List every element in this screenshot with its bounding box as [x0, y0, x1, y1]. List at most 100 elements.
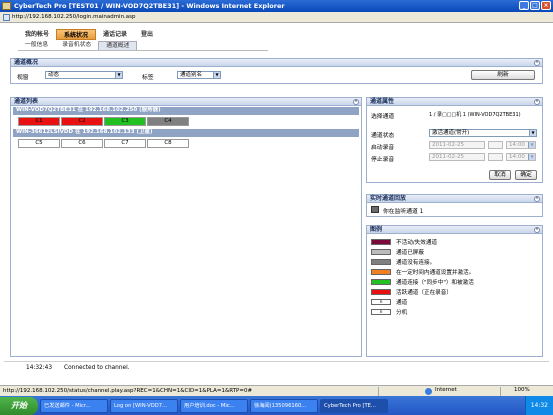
- legend-text: 活跃通道（正在录音）: [396, 290, 452, 296]
- page-status-line: 14:32:43 Connected to channel.: [4, 361, 549, 373]
- channel-cell[interactable]: C4: [147, 117, 189, 126]
- tag-select[interactable]: 通道别名 ▼: [177, 71, 221, 79]
- select-channel-value: 1 / 录□□□机 1 (WIN-VOD7Q2TBE31): [429, 112, 521, 118]
- legend-swatch: [371, 279, 391, 285]
- legend-swatch: [371, 239, 391, 245]
- window-title: CyberTech Pro [TEST01 / WIN-VOD7Q2TBE31]…: [14, 2, 285, 10]
- legend-swatch: [371, 269, 391, 275]
- subtab-channel-overview[interactable]: 通道概述: [98, 41, 138, 50]
- view-select[interactable]: 动态 ▼: [45, 71, 123, 79]
- sub-nav: 一般信息 录音机状态 通道概述: [18, 41, 268, 51]
- status-divider: [500, 387, 501, 396]
- speaker-icon[interactable]: [371, 206, 379, 213]
- channel-cell[interactable]: C5: [18, 139, 60, 148]
- collapse-icon[interactable]: «: [534, 226, 540, 233]
- server-group-row[interactable]: WIN-VOD7Q2TBE31 在 192.168.102.250 (服务器): [13, 107, 359, 115]
- channel-cell[interactable]: C1: [18, 117, 60, 126]
- minimize-button[interactable]: _: [519, 1, 529, 10]
- group-label: WIN-36612LSIVDD 在 192.168.102.133 (卫星): [16, 129, 153, 135]
- taskbar-item[interactable]: Log on [WIN-VOD7...: [110, 398, 178, 413]
- properties-title: 通道属性: [370, 98, 395, 105]
- globe-icon: [425, 388, 432, 395]
- legend-item: 通道连接（"同步中"）和被激活: [371, 278, 474, 286]
- page-content: 我的帐号 系统状况 通话记录 登出 一般信息 录音机状态 通道概述 通道概况 «…: [4, 24, 549, 374]
- tab-call-records[interactable]: 通话记录: [96, 29, 134, 40]
- legend-swatch: [371, 259, 391, 265]
- taskbar-item[interactable]: 已发送邮件 - Micr...: [40, 398, 108, 413]
- chevron-down-icon: ▼: [213, 72, 220, 78]
- start-time-value: 14:00: [509, 142, 525, 148]
- chevron-down-icon: ▼: [529, 130, 536, 136]
- maximize-button[interactable]: □: [530, 1, 540, 10]
- refresh-button[interactable]: 刷新: [471, 70, 535, 80]
- stop-time-value: 14:00: [509, 154, 525, 160]
- window-titlebar: CyberTech Pro [TEST01 / WIN-VOD7Q2TBE31]…: [0, 0, 553, 12]
- legend-header: 图例 «: [366, 225, 543, 234]
- status-divider: [378, 387, 379, 396]
- start-time-select[interactable]: 14:00 ▼: [506, 141, 536, 149]
- realtime-text: 你在监听通道 1: [383, 209, 424, 215]
- realtime-title: 实时通道回放: [370, 195, 407, 202]
- channel-cell[interactable]: C7: [104, 139, 146, 148]
- legend-text: 通道: [396, 300, 408, 306]
- satellite-group-row[interactable]: WIN-36612LSIVDD 在 192.168.102.133 (卫星): [13, 129, 359, 137]
- tag-select-value: 通道别名: [180, 72, 203, 78]
- tab-logout[interactable]: 登出: [134, 29, 160, 40]
- view-label: 视窗: [17, 75, 29, 81]
- collapse-icon[interactable]: «: [534, 195, 540, 202]
- subtab-general[interactable]: 一般信息: [18, 41, 55, 50]
- address-text[interactable]: http://192.168.102.250/login.mainadmin.a…: [12, 14, 136, 20]
- system-tray: 14:32: [524, 396, 553, 415]
- status-time: 14:32:43: [26, 364, 53, 371]
- taskbar-item[interactable]: CyberTech Pro [TE...: [320, 398, 388, 413]
- status-message: Connected to channel.: [64, 364, 130, 371]
- taskbar: 开始 已发送邮件 - Micr... Log on [WIN-VOD7... 用…: [0, 396, 553, 415]
- taskbar-item[interactable]: 用户培训.doc - Mic...: [180, 398, 248, 413]
- collapse-icon[interactable]: «: [534, 59, 540, 66]
- overview-title: 通道概况: [14, 59, 39, 66]
- stop-spinner[interactable]: [488, 153, 503, 161]
- close-button[interactable]: ×: [541, 1, 551, 10]
- legend-swatch: n: [371, 299, 391, 305]
- channel-cell[interactable]: C2: [61, 117, 103, 126]
- tab-my-account[interactable]: 我的帐号: [18, 29, 56, 40]
- legend-text: 通道已屏蔽: [396, 250, 424, 256]
- address-bar[interactable]: http://192.168.102.250/login.mainadmin.a…: [0, 12, 553, 23]
- legend-item: 通道已屏蔽: [371, 248, 424, 256]
- legend-item: n 分机: [371, 308, 407, 316]
- realtime-body: 你在监听通道 1: [366, 203, 543, 217]
- channel-state-value: 激活通道(常开): [432, 130, 470, 136]
- ie-icon: [2, 2, 11, 10]
- legend-item: n 通道: [371, 298, 407, 306]
- zoom-text[interactable]: 100%: [514, 387, 530, 393]
- start-button[interactable]: 开始: [0, 396, 38, 415]
- channel-cell[interactable]: C3: [104, 117, 146, 126]
- legend-title: 图例: [370, 226, 383, 233]
- legend-text: 在一定时间内通道设置并激活。: [396, 270, 475, 276]
- ok-button[interactable]: 确定: [515, 170, 537, 180]
- start-date-input[interactable]: 2011-02-25: [429, 141, 485, 149]
- legend-text: 不活动/失效通道: [396, 240, 438, 246]
- start-spinner[interactable]: [488, 141, 503, 149]
- stop-time-select[interactable]: 14:00 ▼: [506, 153, 536, 161]
- chevron-down-icon: ▼: [528, 154, 535, 160]
- legend-item: 在一定时间内通道设置并激活。: [371, 268, 474, 276]
- main-nav: 我的帐号 系统状况 通话记录 登出: [18, 29, 160, 40]
- chevron-down-icon: ▼: [115, 72, 122, 78]
- realtime-header: 实时通道回放 «: [366, 194, 543, 203]
- clock: 14:32: [530, 402, 548, 409]
- tab-system-status[interactable]: 系统状况: [56, 29, 97, 40]
- stop-date-input[interactable]: 2011-02-25: [429, 153, 485, 161]
- channel-cell[interactable]: C6: [61, 139, 103, 148]
- channel-state-select[interactable]: 激活通道(常开) ▼: [429, 129, 537, 137]
- start-record-label: 启动录音: [371, 145, 395, 151]
- collapse-icon[interactable]: «: [353, 98, 359, 105]
- legend-text: 通道连接（"同步中"）和被激活: [396, 280, 474, 286]
- taskbar-item[interactable]: 徐海闻(135096160...: [250, 398, 318, 413]
- legend-text: 通道没有连接。: [396, 260, 436, 266]
- ie-status-bar: http://192.168.102.250/status/channel.pl…: [0, 385, 553, 396]
- cancel-button[interactable]: 取消: [489, 170, 511, 180]
- collapse-icon[interactable]: «: [534, 98, 540, 105]
- channel-cell[interactable]: C8: [147, 139, 189, 148]
- subtab-recorder-status[interactable]: 录音机状态: [55, 41, 98, 50]
